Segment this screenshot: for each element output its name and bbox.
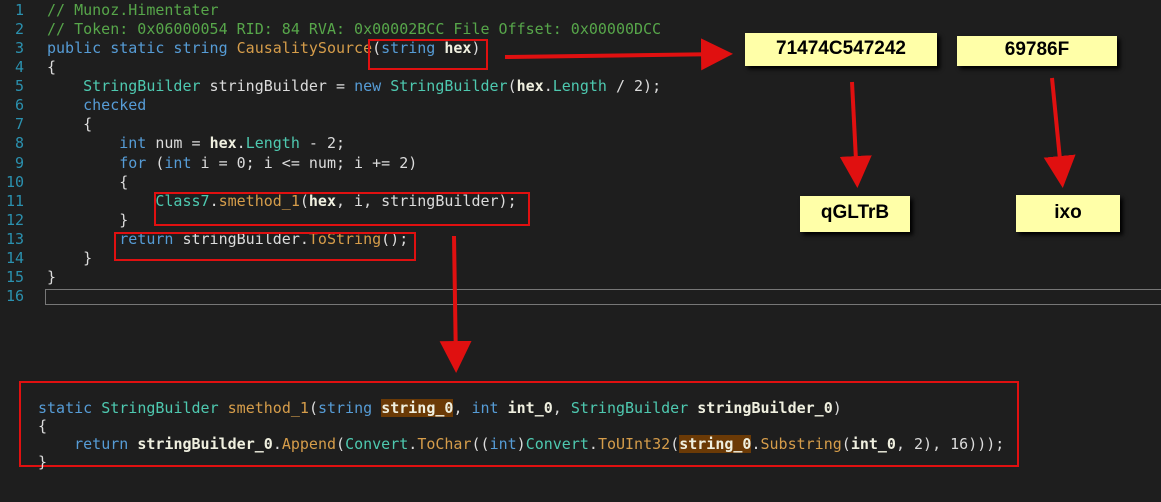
arrow-to-hex1 — [504, 38, 733, 71]
annotation-arrows — [439, 38, 1076, 373]
arrow-to-out1 — [839, 81, 872, 188]
arrow-to-popup — [439, 235, 472, 373]
arrow-to-out2 — [1043, 77, 1076, 188]
